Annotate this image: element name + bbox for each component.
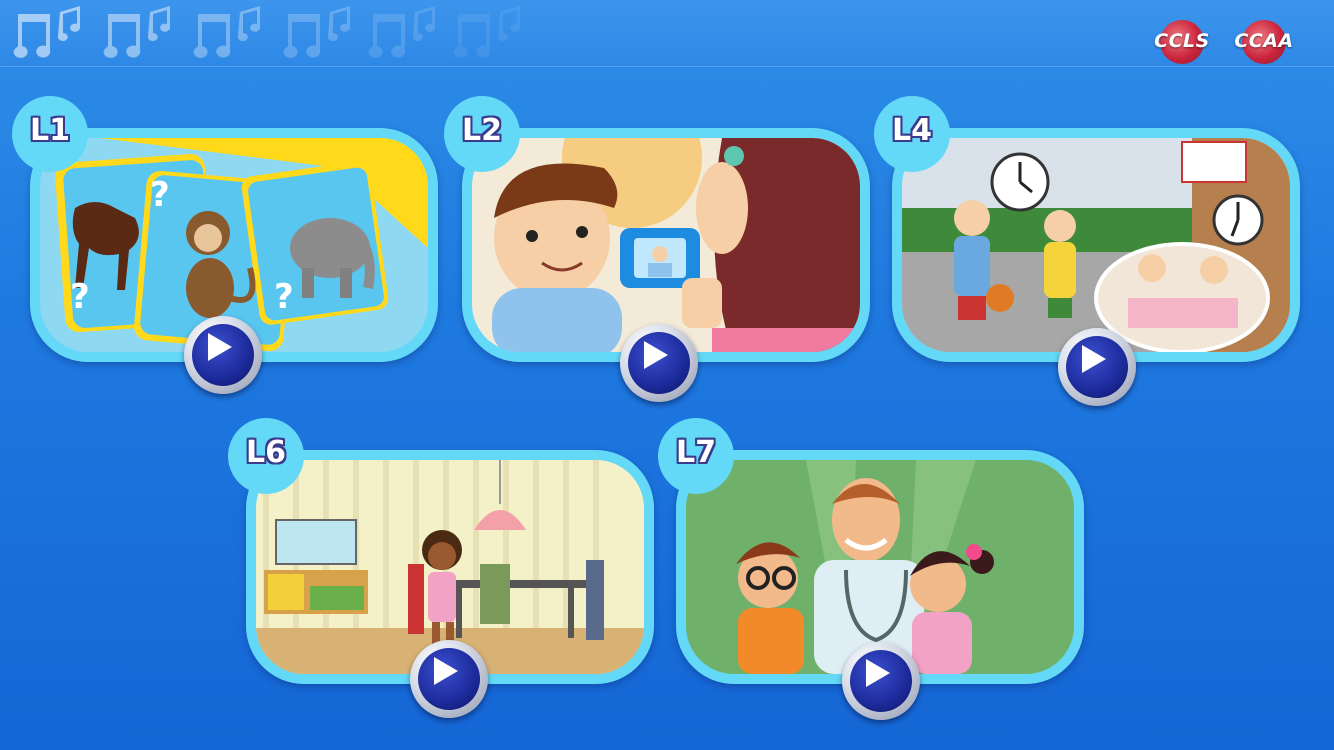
lesson-label-l4: L4 (874, 96, 950, 172)
svg-text:?: ? (150, 175, 170, 215)
svg-text:?: ? (70, 277, 90, 317)
camera-scene-illustration (472, 138, 860, 352)
ccaa-logo-text: CCAA (1234, 30, 1294, 52)
play-icon (1082, 345, 1106, 373)
lesson-label-l2: L2 (444, 96, 520, 172)
lesson-card-l7[interactable]: L7 (658, 418, 1084, 720)
lesson-thumbnail-l2[interactable] (472, 138, 860, 352)
play-button-l7[interactable] (842, 642, 920, 720)
ccls-logo: CCLS (1150, 18, 1214, 64)
lesson-label-l1: L1 (12, 96, 88, 172)
lesson-label-l7: L7 (658, 418, 734, 494)
header-bar: CCLS CCAA (0, 0, 1334, 67)
lesson-card-l2[interactable]: L2 (444, 96, 870, 402)
lesson-label-l6: L6 (228, 418, 304, 494)
lesson-card-l1[interactable]: ? ? ? L1 (12, 96, 438, 394)
play-button-l1[interactable] (184, 316, 262, 394)
lesson-thumbnail-l4[interactable] (902, 138, 1290, 352)
play-icon (434, 657, 458, 685)
lesson-card-l4[interactable]: L4 (874, 96, 1300, 406)
basketball-dinner-illustration (902, 138, 1290, 352)
ccaa-logo: CCAA (1232, 18, 1296, 64)
play-button-l2[interactable] (620, 324, 698, 402)
lesson-card-l6[interactable]: L6 (228, 418, 654, 718)
play-icon (208, 333, 232, 361)
music-notes-decoration (13, 6, 521, 58)
play-icon (866, 659, 890, 687)
svg-text:?: ? (274, 277, 294, 317)
play-button-l4[interactable] (1058, 328, 1136, 406)
ccls-logo-text: CCLS (1154, 30, 1210, 52)
play-icon (644, 341, 668, 369)
play-button-l6[interactable] (410, 640, 488, 718)
